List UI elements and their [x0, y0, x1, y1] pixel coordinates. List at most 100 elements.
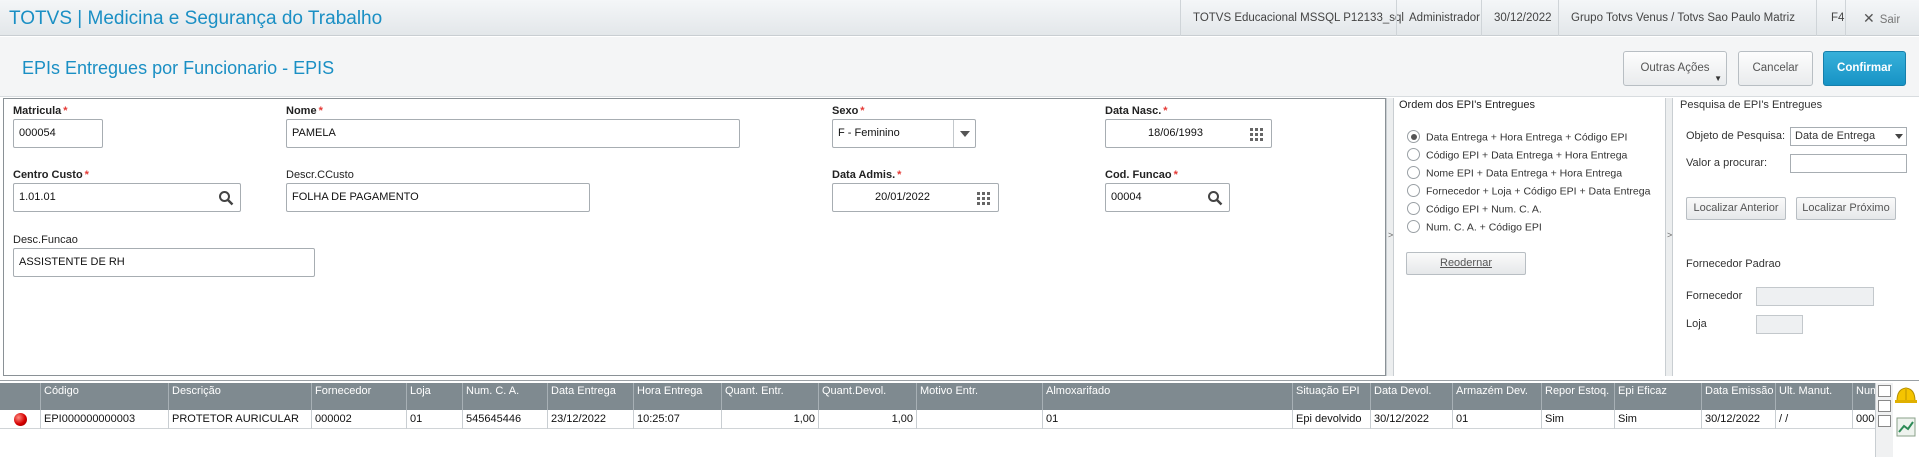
table-cell[interactable]: 01	[1452, 410, 1541, 429]
confirm-button[interactable]: Confirmar	[1823, 51, 1906, 86]
centro-custo-value: 1.01.01	[19, 191, 56, 203]
table-cell[interactable]: 1,00	[721, 410, 818, 429]
order-option[interactable]: Código EPI + Num. C. A.	[1407, 202, 1542, 217]
radio[interactable]	[1407, 148, 1420, 161]
order-title: Ordem dos EPI's Entregues	[1399, 99, 1535, 111]
data-nasc-value: 18/06/1993	[1147, 127, 1204, 139]
table-cell[interactable]: 000057	[1852, 410, 1876, 429]
table-cell[interactable]: 10:25:07	[633, 410, 721, 429]
column-header[interactable]: Repor Estoq.	[1541, 383, 1614, 410]
radio[interactable]	[1407, 166, 1420, 179]
order-option[interactable]: Nome EPI + Data Entrega + Hora Entrega	[1407, 166, 1622, 181]
matricula-field[interactable]: 000054	[13, 119, 103, 148]
table-cell[interactable]: Sim	[1614, 410, 1701, 429]
nome-field[interactable]: PAMELA	[286, 119, 740, 148]
table-cell[interactable]: 000002	[311, 410, 406, 429]
column-header[interactable]: Hora Entrega	[633, 383, 721, 410]
data-admis-value: 20/01/2022	[874, 191, 931, 203]
cancel-button[interactable]: Cancelar	[1738, 51, 1813, 86]
column-header[interactable]: Num. C. A.	[462, 383, 547, 410]
chevron-down-icon[interactable]	[953, 120, 975, 147]
find-previous-button[interactable]: Localizar Anterior	[1686, 197, 1786, 220]
desc-funcao-field[interactable]: ASSISTENTE DE RH	[13, 248, 315, 277]
table-cell[interactable]: EPI000000000003	[40, 410, 168, 429]
table-cell[interactable]: 01	[1042, 410, 1292, 429]
column-header[interactable]: Código	[40, 383, 168, 410]
column-header[interactable]: Quant.Devol.	[818, 383, 916, 410]
scroll-down-icon[interactable]	[1878, 415, 1891, 427]
column-header[interactable]: Data Emissão	[1701, 383, 1775, 410]
order-option[interactable]: Fornecedor + Loja + Código EPI + Data En…	[1407, 184, 1650, 199]
company-info[interactable]: Grupo Totvs Venus / Totvs Sao Paulo Matr…	[1558, 0, 1795, 36]
search-icon[interactable]	[218, 190, 234, 206]
close-icon: ✕	[1863, 10, 1875, 26]
radio-selected[interactable]	[1407, 130, 1420, 143]
column-header[interactable]: Quant. Entr.	[721, 383, 818, 410]
column-header[interactable]: Data Devol.	[1370, 383, 1452, 410]
table-cell[interactable]	[916, 410, 1042, 429]
column-header[interactable]: Epi Eficaz	[1614, 383, 1701, 410]
column-header[interactable]: Ult. Manut.	[1775, 383, 1852, 410]
table-row[interactable]: EPI000000000003 PROTETOR AURICULAR 000002 0…	[0, 410, 1877, 429]
find-next-button[interactable]: Localizar Próximo	[1796, 197, 1896, 220]
splitter-right[interactable]: >	[1665, 98, 1673, 376]
table-cell[interactable]: / /	[1775, 410, 1852, 429]
centro-custo-field[interactable]: 1.01.01	[13, 183, 241, 212]
page-header: EPIs Entregues por Funcionario - EPIS Ou…	[0, 37, 1919, 97]
search-icon[interactable]	[1207, 190, 1223, 206]
column-header[interactable]: Almoxarifado	[1042, 383, 1292, 410]
table-cell[interactable]: 545645446	[462, 410, 547, 429]
column-header[interactable]: Descrição	[168, 383, 311, 410]
data-nasc-field[interactable]: 18/06/1993	[1105, 119, 1272, 148]
column-header[interactable]: Loja	[406, 383, 462, 410]
chevron-down-icon[interactable]	[1895, 134, 1903, 139]
column-header[interactable]: Data Entrega	[547, 383, 633, 410]
system-date[interactable]: 30/12/2022	[1481, 0, 1552, 36]
radio[interactable]	[1407, 184, 1420, 197]
calendar-icon[interactable]	[1249, 126, 1265, 142]
table-cell[interactable]: Sim	[1541, 410, 1614, 429]
user-info[interactable]: Administrador	[1396, 0, 1480, 36]
calendar-icon[interactable]	[976, 190, 992, 206]
column-header[interactable]: Situação EPI	[1292, 383, 1370, 410]
table-cell[interactable]: 23/12/2022	[547, 410, 633, 429]
search-title: Pesquisa de EPI's Entregues	[1680, 99, 1823, 111]
data-admis-field[interactable]: 20/01/2022	[832, 183, 999, 212]
order-option[interactable]: Num. C. A. + Código EPI	[1407, 220, 1542, 235]
splitter-left[interactable]: >	[1386, 98, 1394, 376]
search-object-label: Objeto de Pesquisa:	[1686, 130, 1786, 142]
descr-ccusto-label: Descr.CCusto	[286, 169, 354, 181]
order-option[interactable]: Data Entrega + Hora Entrega + Código EPI	[1407, 130, 1627, 145]
table-cell[interactable]: 1,00	[818, 410, 916, 429]
search-object-select[interactable]: Data de Entrega	[1790, 127, 1907, 146]
scroll-top-icon[interactable]	[1878, 385, 1891, 397]
cod-funcao-field[interactable]: 00004	[1105, 183, 1230, 212]
helmet-icon[interactable]	[1895, 385, 1917, 405]
table-cell[interactable]: 30/12/2022	[1701, 410, 1775, 429]
environment-info[interactable]: TOTVS Educacional MSSQL P12133_sql	[1180, 0, 1404, 36]
column-header[interactable]: Fornecedor	[311, 383, 406, 410]
column-header[interactable]: Num.Seq.SD3	[1852, 383, 1876, 410]
radio[interactable]	[1407, 220, 1420, 233]
exit-button[interactable]: ✕ Sair	[1845, 0, 1900, 36]
table-cell[interactable]: 30/12/2022	[1370, 410, 1452, 429]
radio[interactable]	[1407, 202, 1420, 215]
order-option[interactable]: Código EPI + Data Entrega + Hora Entrega	[1407, 148, 1627, 163]
descr-ccusto-field[interactable]: FOLHA DE PAGAMENTO	[286, 183, 590, 212]
column-header[interactable]: Motivo Entr.	[916, 383, 1042, 410]
table-cell[interactable]: Epi devolvido	[1292, 410, 1370, 429]
data-admis-label: Data Admis. *	[832, 169, 902, 181]
sexo-select[interactable]: F - Feminino	[832, 119, 976, 148]
search-value-input[interactable]	[1790, 154, 1907, 173]
shortcut-f4[interactable]: F4	[1816, 0, 1844, 36]
scroll-up-icon[interactable]	[1878, 400, 1891, 412]
chevron-right-icon: >	[1667, 230, 1673, 240]
table-cell[interactable]: 01	[406, 410, 462, 429]
column-header[interactable]: Armazém Dev.	[1452, 383, 1541, 410]
grid-header: Código Descrição Fornecedor Loja Num. C. A. D…	[0, 383, 1877, 410]
table-cell[interactable]: PROTETOR AURICULAR	[168, 410, 311, 429]
reorder-button[interactable]: Reodernar	[1406, 252, 1526, 275]
other-actions-button[interactable]: Outras Ações ▼	[1623, 51, 1727, 86]
chart-icon[interactable]	[1896, 417, 1916, 437]
other-actions-label: Outras Ações	[1640, 62, 1710, 74]
